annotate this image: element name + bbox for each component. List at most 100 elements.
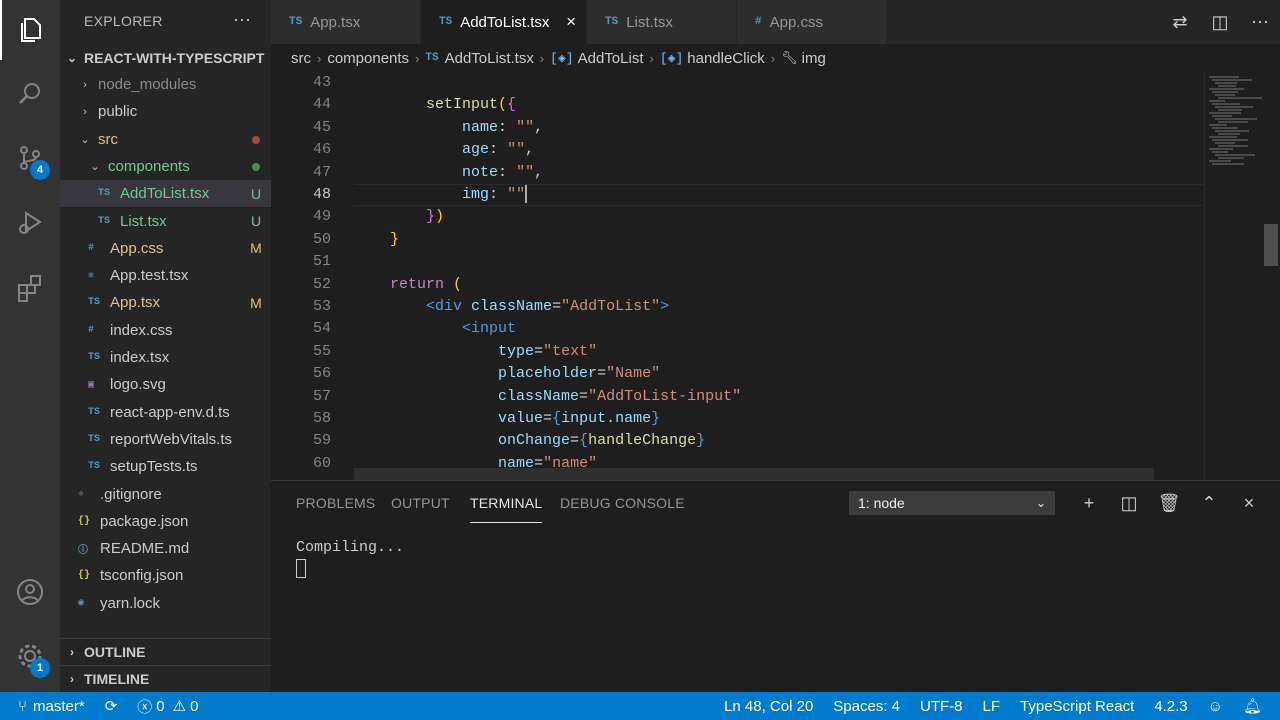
outline-section-header[interactable]: › OUTLINE <box>60 638 271 665</box>
line-number: 55 <box>312 342 331 360</box>
code-line[interactable]: value={input.name} <box>354 408 660 430</box>
tab-output[interactable]: OUTPUT <box>391 481 450 525</box>
code-line[interactable]: placeholder="Name" <box>354 363 660 385</box>
split-terminal-icon[interactable]: ◫ <box>1109 493 1149 514</box>
tree-item[interactable]: ⓘ README.md <box>60 535 271 562</box>
compare-changes-icon[interactable]: ⇄ <box>1160 12 1200 33</box>
maximize-panel-icon[interactable]: ⌃ <box>1189 493 1229 514</box>
end-of-line[interactable]: LF <box>983 698 1001 715</box>
code-line[interactable]: age: "", <box>354 139 534 161</box>
problems-summary[interactable]: ⓧ 0 ⚠︎ 0 <box>137 696 198 717</box>
more-actions-icon[interactable]: ⋯ <box>1240 12 1280 33</box>
chevron-right-icon: › <box>539 50 545 66</box>
code-line[interactable]: }) <box>354 206 444 228</box>
tab-terminal[interactable]: TERMINAL <box>470 483 543 523</box>
tree-item[interactable]: ◉ yarn.lock <box>60 590 271 617</box>
tree-item-label: App.test.tsx <box>110 267 189 285</box>
code-line[interactable]: onChange={handleChange} <box>354 430 705 452</box>
encoding[interactable]: UTF-8 <box>920 698 963 715</box>
breadcrumb-component[interactable]: AddToList <box>578 50 644 67</box>
tab-app-tsx[interactable]: TS App.tsx <box>271 0 421 44</box>
tree-item[interactable]: ▣ logo.svg <box>60 371 271 398</box>
tree-item[interactable]: {} tsconfig.json <box>60 562 271 589</box>
code-line[interactable]: type="text" <box>354 341 597 363</box>
css-file-icon: # <box>88 324 95 336</box>
timeline-section-header[interactable]: › TIMELINE <box>60 665 271 692</box>
explorer-icon[interactable] <box>0 0 60 60</box>
code-line[interactable]: img: "" <box>354 184 528 206</box>
horizontal-scrollbar[interactable] <box>354 468 1154 480</box>
tree-item[interactable]: TS reportWebVitals.ts <box>60 426 271 453</box>
code-line[interactable]: setInput({ <box>354 94 516 116</box>
tree-item[interactable]: TS setupTests.ts <box>60 453 271 480</box>
source-control-icon[interactable]: 4 <box>0 128 60 188</box>
cursor-position[interactable]: Ln 48, Col 20 <box>724 698 813 715</box>
tree-item[interactable]: TS AddToList.tsx U <box>60 180 271 208</box>
tree-item[interactable]: {} package.json <box>60 508 271 535</box>
git-status-indicator <box>241 131 271 147</box>
tree-item-label: index.css <box>110 321 173 339</box>
wrench-icon: 🔧︎ <box>781 50 798 66</box>
indentation[interactable]: Spaces: 4 <box>833 698 900 715</box>
git-branch[interactable]: ⑂ master* <box>18 698 85 715</box>
tree-item[interactable]: ⌄ components <box>60 153 271 180</box>
split-editor-icon[interactable]: ◫ <box>1200 12 1240 33</box>
code-token: : <box>498 163 517 181</box>
terminal-select[interactable]: 1: node ⌄ <box>849 491 1055 515</box>
tree-item-label: index.tsx <box>110 349 170 366</box>
tree-item[interactable]: TS List.tsx U <box>60 208 271 235</box>
breadcrumb-components[interactable]: components <box>327 50 409 67</box>
breadcrumb-method[interactable]: handleClick <box>687 50 765 67</box>
close-panel-icon[interactable]: × <box>1229 493 1269 514</box>
minimap[interactable] <box>1204 72 1280 480</box>
trash-icon[interactable]: 🗑︎ <box>1149 493 1189 514</box>
tree-item[interactable]: TS index.tsx <box>60 344 271 371</box>
feedback-icon[interactable]: ☺ <box>1208 698 1223 715</box>
git-status-badge: U <box>250 185 262 202</box>
code-line[interactable]: <input <box>354 318 516 340</box>
tree-item[interactable]: › node_modules <box>60 71 271 98</box>
code-line[interactable]: <div className="AddToList"> <box>354 296 669 318</box>
code-line[interactable]: name: "", <box>354 117 543 139</box>
code-line[interactable]: className="AddToList-input" <box>354 386 741 408</box>
tree-item[interactable]: # App.css M <box>60 235 271 262</box>
account-icon[interactable] <box>0 562 60 622</box>
typescript-version[interactable]: 4.2.3 <box>1154 698 1187 715</box>
tree-item[interactable]: TS App.tsx M <box>60 289 271 316</box>
tab-debug-console[interactable]: DEBUG CONSOLE <box>560 481 685 525</box>
project-section-header[interactable]: ⌄ REACT-WITH-TYPESCRIPT <box>60 44 271 71</box>
breadcrumb-file[interactable]: AddToList.tsx <box>445 50 534 67</box>
tab-list-tsx[interactable]: TS List.tsx <box>587 0 737 44</box>
tab-problems[interactable]: PROBLEMS <box>296 481 375 525</box>
more-actions-icon[interactable]: ··· <box>233 9 251 30</box>
code-token: input <box>561 410 607 427</box>
code-line[interactable]: } <box>354 229 399 251</box>
tree-item[interactable]: ◆ .gitignore <box>60 481 271 508</box>
code-token: : <box>489 141 508 159</box>
notifications-bell-icon[interactable]: 🔔︎ <box>1243 697 1262 715</box>
tree-item[interactable]: TS react-app-env.d.ts <box>60 399 271 426</box>
tree-item[interactable]: # index.css <box>60 317 271 344</box>
extensions-icon[interactable] <box>0 258 60 318</box>
language-mode[interactable]: TypeScript React <box>1020 698 1134 715</box>
tree-item[interactable]: ⚛ App.test.tsx <box>60 262 271 289</box>
tree-item[interactable]: › public <box>60 98 271 125</box>
sync-icon[interactable]: ⟳ <box>105 697 118 715</box>
code-line[interactable]: note: "", <box>354 162 543 184</box>
search-icon[interactable] <box>0 64 60 124</box>
tab-addtolist-tsx[interactable]: TS AddToList.tsx × <box>421 0 587 44</box>
new-terminal-icon[interactable]: + <box>1069 493 1109 514</box>
vertical-scrollbar-thumb[interactable] <box>1264 224 1278 266</box>
breadcrumb-prop[interactable]: img <box>802 50 826 67</box>
code-editor[interactable]: 43 44 45 46 47 48 49 50 51 52 53 54 55 56 57 58 59 60 set… <box>271 72 1280 480</box>
tab-app-css[interactable]: # App.css <box>737 0 887 44</box>
json-file-icon: {} <box>78 515 91 527</box>
breadcrumb-src[interactable]: src <box>291 50 311 67</box>
settings-gear-icon[interactable]: 1 <box>0 626 60 686</box>
tree-item[interactable]: ⌄ src <box>60 126 271 153</box>
run-debug-icon[interactable] <box>0 192 60 252</box>
code-line[interactable]: return ( <box>354 274 462 296</box>
tree-item-label: src <box>98 130 118 148</box>
close-icon[interactable]: × <box>566 12 576 32</box>
code-area[interactable]: setInput({ name: "", age: "", note: "", … <box>354 72 1204 480</box>
